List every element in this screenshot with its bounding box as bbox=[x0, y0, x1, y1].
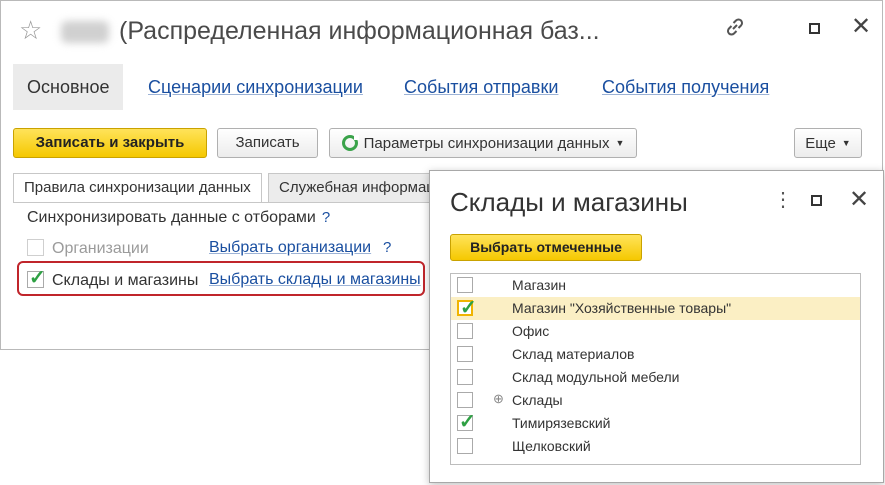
list-item[interactable]: Щелковский bbox=[451, 435, 860, 458]
list-item[interactable]: Склад материалов bbox=[451, 343, 860, 366]
list-item[interactable]: ✓ Магазин "Хозяйственные товары" bbox=[451, 297, 860, 320]
item-name: Тимирязевский bbox=[512, 415, 611, 431]
titlebar: ☆ (Распределенная информационная баз... … bbox=[1, 1, 882, 61]
item-checkbox[interactable] bbox=[457, 392, 473, 408]
sync-params-button[interactable]: Параметры синхронизации данных ▼ bbox=[329, 128, 637, 158]
popup-title: Склады и магазины bbox=[450, 187, 688, 217]
star-icon[interactable]: ☆ bbox=[19, 17, 42, 43]
subtabs: Правила синхронизации данных Служебная и… bbox=[13, 173, 473, 203]
help-icon[interactable]: ? bbox=[322, 209, 330, 226]
item-name: Щелковский bbox=[512, 438, 591, 454]
list-item[interactable]: Склад модульной мебели bbox=[451, 366, 860, 389]
window-title: (Распределенная информационная баз... bbox=[119, 17, 600, 45]
item-name: Склад модульной мебели bbox=[512, 369, 680, 385]
maximize-icon[interactable] bbox=[809, 23, 820, 34]
list-item[interactable]: Офис bbox=[451, 320, 860, 343]
highlight-frame bbox=[17, 261, 425, 296]
more-label: Еще bbox=[805, 135, 836, 152]
blurred-name bbox=[61, 21, 109, 43]
sync-icon bbox=[341, 135, 359, 151]
item-name: Офис bbox=[512, 323, 550, 339]
stores-list: Магазин ✓ Магазин "Хозяйственные товары"… bbox=[450, 273, 861, 465]
save-button[interactable]: Записать bbox=[217, 128, 318, 158]
caret-down-icon: ▼ bbox=[841, 138, 851, 148]
more-button[interactable]: Еще ▼ bbox=[794, 128, 862, 158]
tab-main[interactable]: Основное bbox=[13, 64, 124, 110]
organizations-checkbox bbox=[27, 239, 44, 256]
help-icon[interactable]: ? bbox=[383, 239, 391, 256]
tab-receive-events[interactable]: События получения bbox=[602, 64, 769, 110]
tab-send-events[interactable]: События отправки bbox=[404, 64, 558, 110]
list-item[interactable]: ⊕ Склады bbox=[451, 389, 860, 412]
item-checkbox[interactable]: ✓ bbox=[457, 411, 476, 433]
organizations-label: Организации bbox=[52, 240, 149, 257]
item-name: Склады bbox=[512, 392, 563, 408]
item-checkbox[interactable] bbox=[457, 438, 473, 454]
item-checkbox[interactable]: ✓ bbox=[457, 297, 477, 319]
link-icon[interactable] bbox=[723, 15, 747, 43]
item-name: Магазин "Хозяйственные товары" bbox=[512, 300, 732, 316]
maximize-icon[interactable] bbox=[811, 195, 822, 206]
list-item[interactable]: ✓ Тимирязевский bbox=[451, 411, 860, 435]
item-checkbox[interactable] bbox=[457, 277, 473, 293]
list-item[interactable]: Магазин bbox=[451, 274, 860, 297]
more-vertical-icon[interactable]: ⋮ bbox=[773, 187, 793, 212]
item-name: Склад материалов bbox=[512, 346, 635, 362]
checkmark-icon: ✓ bbox=[459, 411, 476, 433]
filters-label-text: Синхронизировать данные с отборами bbox=[27, 209, 316, 226]
checkmark-icon: ✓ bbox=[460, 297, 477, 319]
sync-params-label: Параметры синхронизации данных bbox=[363, 135, 610, 152]
stores-popup: Склады и магазины ⋮ ✕ Выбрать отмеченные… bbox=[429, 170, 884, 483]
select-checked-button[interactable]: Выбрать отмеченные bbox=[450, 234, 642, 261]
organizations-row: Организации Выбрать организации ? bbox=[27, 239, 391, 258]
item-checkbox[interactable] bbox=[457, 369, 473, 385]
select-organizations-link[interactable]: Выбрать организации bbox=[209, 239, 371, 257]
item-name: Магазин bbox=[512, 277, 567, 293]
caret-down-icon: ▼ bbox=[615, 138, 625, 148]
close-icon[interactable]: ✕ bbox=[851, 15, 871, 39]
tab-sync-scenarios[interactable]: Сценарии синхронизации bbox=[148, 64, 363, 110]
subtab-sync-rules[interactable]: Правила синхронизации данных bbox=[13, 173, 262, 203]
save-close-button[interactable]: Записать и закрыть bbox=[13, 128, 207, 158]
item-checkbox[interactable] bbox=[457, 323, 473, 339]
item-checkbox[interactable] bbox=[457, 346, 473, 362]
filters-section-label: Синхронизировать данные с отборами? bbox=[27, 209, 330, 227]
expand-icon[interactable]: ⊕ bbox=[493, 391, 504, 407]
close-icon[interactable]: ✕ bbox=[849, 185, 869, 214]
